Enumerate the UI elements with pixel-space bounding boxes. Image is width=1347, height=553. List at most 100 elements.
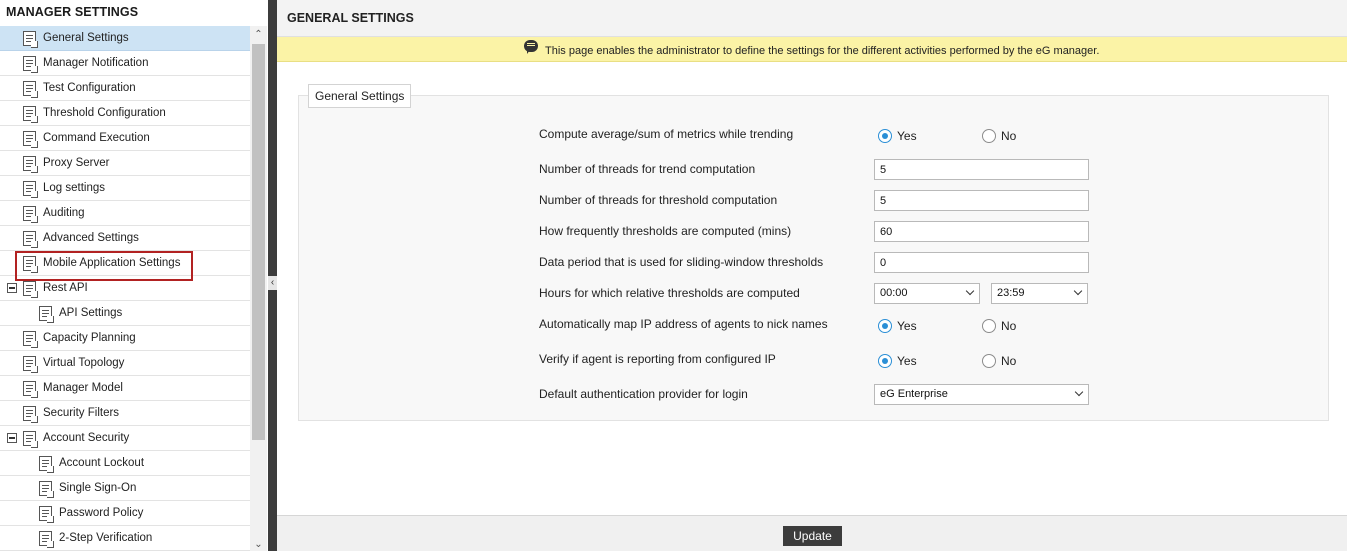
- document-icon: [39, 481, 52, 496]
- sidebar-item-label: Manager Notification: [43, 57, 149, 69]
- collapse-toggle-icon[interactable]: [7, 433, 17, 443]
- chevron-down-icon: [965, 286, 975, 296]
- sidebar-item-rest-api[interactable]: Rest API: [0, 276, 250, 301]
- sidebar-item-label: Log settings: [43, 182, 106, 194]
- trend-threads-label: Number of threads for trend computation: [539, 162, 756, 176]
- sidebar-item-label: Command Execution: [43, 132, 150, 144]
- collapse-sidebar-icon[interactable]: ‹: [268, 276, 277, 290]
- sidebar-item-threshold-configuration[interactable]: Threshold Configuration: [0, 101, 250, 126]
- sidebar-item-single-sign-on[interactable]: Single Sign-On: [0, 476, 250, 501]
- sidebar-item-capacity-planning[interactable]: Capacity Planning: [0, 326, 250, 351]
- compute-avg-no-radio[interactable]: [982, 129, 996, 143]
- sidebar-item-label: Virtual Topology: [43, 357, 125, 369]
- verify-ip-yes-label: Yes: [897, 354, 917, 368]
- scroll-down-icon[interactable]: ⌄: [250, 536, 267, 553]
- sidebar-item-label: Rest API: [43, 282, 88, 294]
- relative-hours-from-select[interactable]: 00:00: [874, 283, 980, 304]
- document-icon: [23, 106, 36, 121]
- document-icon: [23, 381, 36, 396]
- sidebar-item-label: Auditing: [43, 207, 85, 219]
- sidebar-item-label: Test Configuration: [43, 82, 136, 94]
- verify-ip-yes-radio[interactable]: [878, 354, 892, 368]
- sidebar-item-label: Proxy Server: [43, 157, 110, 169]
- speech-bubble-icon: [524, 40, 538, 54]
- scroll-up-icon[interactable]: ⌃: [250, 26, 267, 43]
- map-ip-yes-label: Yes: [897, 319, 917, 333]
- verify-ip-no-label: No: [1001, 354, 1017, 368]
- document-icon: [39, 506, 52, 521]
- auth-provider-label: Default authentication provider for logi…: [539, 387, 748, 401]
- sidebar-item-label: Capacity Planning: [43, 332, 136, 344]
- verify-ip-no-radio[interactable]: [982, 354, 996, 368]
- document-icon: [39, 531, 52, 546]
- document-icon: [23, 131, 36, 146]
- sidebar-item-virtual-topology[interactable]: Virtual Topology: [0, 351, 250, 376]
- sidebar-item-label: Manager Model: [43, 382, 123, 394]
- sidebar-item-proxy-server[interactable]: Proxy Server: [0, 151, 250, 176]
- sidebar-item-api-settings[interactable]: API Settings: [0, 301, 250, 326]
- sidebar-item-general-settings[interactable]: General Settings: [0, 26, 250, 51]
- general-settings-panel: GENERAL SETTINGS This page enables the a…: [277, 0, 1347, 551]
- settings-tree: General Settings Manager Notification Te…: [0, 26, 250, 551]
- sidebar-scrollbar-thumb[interactable]: [252, 44, 265, 440]
- sidebar-item-label: 2-Step Verification: [59, 532, 153, 544]
- sidebar-item-label: Account Lockout: [59, 457, 145, 469]
- sidebar-item-manager-model[interactable]: Manager Model: [0, 376, 250, 401]
- sidebar-item-label: Threshold Configuration: [43, 107, 166, 119]
- relative-hours-to-value: 23:59: [997, 287, 1025, 299]
- document-icon: [23, 81, 36, 96]
- map-ip-no-label: No: [1001, 319, 1017, 333]
- page-header: GENERAL SETTINGS: [277, 0, 1347, 37]
- trend-threads-input[interactable]: [874, 159, 1089, 180]
- document-icon: [23, 331, 36, 346]
- sidebar-item-log-settings[interactable]: Log settings: [0, 176, 250, 201]
- sidebar-item-advanced-settings[interactable]: Advanced Settings: [0, 226, 250, 251]
- sidebar-title: MANAGER SETTINGS: [6, 5, 139, 19]
- sidebar-item-security-filters[interactable]: Security Filters: [0, 401, 250, 426]
- map-ip-label: Automatically map IP address of agents t…: [539, 317, 828, 331]
- document-icon: [23, 181, 36, 196]
- document-icon: [23, 156, 36, 171]
- sidebar-item-account-lockout[interactable]: Account Lockout: [0, 451, 250, 476]
- sliding-period-input[interactable]: [874, 252, 1089, 273]
- verify-ip-label: Verify if agent is reporting from config…: [539, 352, 776, 366]
- sliding-period-label: Data period that is used for sliding-win…: [539, 255, 824, 269]
- sidebar-item-command-execution[interactable]: Command Execution: [0, 126, 250, 151]
- relative-hours-to-select[interactable]: 23:59: [991, 283, 1088, 304]
- sidebar-item-password-policy[interactable]: Password Policy: [0, 501, 250, 526]
- document-icon: [39, 456, 52, 471]
- compute-avg-yes-radio[interactable]: [878, 129, 892, 143]
- threshold-threads-label: Number of threads for threshold computat…: [539, 193, 778, 207]
- threshold-threads-input[interactable]: [874, 190, 1089, 211]
- sidebar-item-manager-notification[interactable]: Manager Notification: [0, 51, 250, 76]
- sidebar-item-test-configuration[interactable]: Test Configuration: [0, 76, 250, 101]
- document-icon: [23, 356, 36, 371]
- sidebar-item-label: Advanced Settings: [43, 232, 139, 244]
- sidebar-item-auditing[interactable]: Auditing: [0, 201, 250, 226]
- sidebar-item-label: Account Security: [43, 432, 130, 444]
- info-banner: This page enables the administrator to d…: [277, 37, 1347, 62]
- document-icon: [23, 281, 36, 296]
- chevron-down-icon: [1074, 387, 1084, 397]
- document-icon: [23, 406, 36, 421]
- relative-hours-label: Hours for which relative thresholds are …: [539, 286, 800, 300]
- relative-hours-from-value: 00:00: [880, 287, 908, 299]
- sidebar-item-2-step-verification[interactable]: 2-Step Verification: [0, 526, 250, 551]
- document-icon: [23, 431, 36, 446]
- sidebar-item-mobile-application-settings[interactable]: Mobile Application Settings: [0, 251, 250, 276]
- compute-avg-no-label: No: [1001, 129, 1017, 143]
- sidebar-item-account-security[interactable]: Account Security: [0, 426, 250, 451]
- fieldset-legend: General Settings: [308, 84, 412, 108]
- sidebar-item-label: API Settings: [59, 307, 123, 319]
- document-icon: [23, 206, 36, 221]
- map-ip-no-radio[interactable]: [982, 319, 996, 333]
- sidebar-item-label: General Settings: [43, 32, 129, 44]
- threshold-frequency-input[interactable]: [874, 221, 1089, 242]
- update-button[interactable]: Update: [783, 526, 842, 546]
- info-banner-text: This page enables the administrator to d…: [545, 45, 1100, 57]
- auth-provider-select[interactable]: eG Enterprise: [874, 384, 1089, 405]
- map-ip-yes-radio[interactable]: [878, 319, 892, 333]
- document-icon: [39, 306, 52, 321]
- collapse-toggle-icon[interactable]: [7, 283, 17, 293]
- compute-avg-label: Compute average/sum of metrics while tre…: [539, 127, 794, 141]
